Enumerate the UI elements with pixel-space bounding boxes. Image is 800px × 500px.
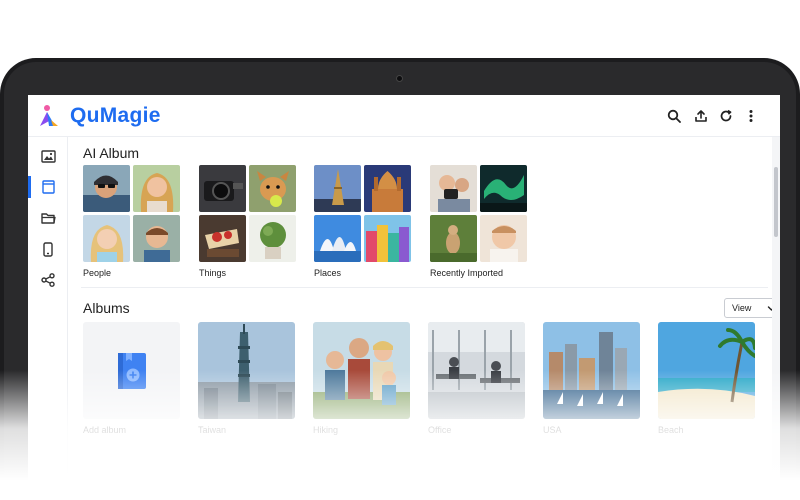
people-photo-3 <box>83 215 130 262</box>
album-label: Office <box>428 425 452 435</box>
album-label: Taiwan <box>198 425 227 435</box>
ai-group-label: Recently Imported <box>430 268 504 278</box>
view-dropdown-label: View <box>732 303 752 313</box>
device-stage: QuMagie AI Album People Things Places Re… <box>0 0 800 500</box>
recent-photo-2 <box>480 165 527 212</box>
sidebar-item-albums[interactable] <box>28 174 68 200</box>
things-photo-1 <box>199 165 246 212</box>
ai-group-places[interactable]: Places <box>314 165 412 278</box>
ai-group-label: People <box>83 268 112 278</box>
mobile-icon <box>43 241 53 257</box>
ai-group-label: Places <box>314 268 342 278</box>
app-screen: QuMagie AI Album People Things Places Re… <box>28 95 780 500</box>
main-content: AI Album People Things Places Recently I… <box>69 137 772 500</box>
albums-title: Albums <box>83 300 130 316</box>
recent-photo-3 <box>430 215 477 262</box>
qumagie-logo-icon <box>40 105 58 126</box>
recent-photo-4 <box>480 215 527 262</box>
ai-group-recently-imported[interactable]: Recently Imported <box>430 165 528 278</box>
ai-group-label: Things <box>199 268 227 278</box>
search-icon[interactable] <box>664 106 684 126</box>
album-cover <box>543 322 640 419</box>
people-photo-4 <box>133 215 180 262</box>
sidebar-item-folders[interactable] <box>28 205 68 231</box>
album-label: USA <box>543 425 562 435</box>
upload-icon[interactable] <box>691 106 711 126</box>
album-cover <box>428 322 525 419</box>
things-photo-2 <box>249 165 296 212</box>
album-taiwan[interactable]: Taiwan <box>198 322 295 435</box>
things-photo-4 <box>249 215 296 262</box>
album-cover <box>658 322 755 419</box>
content-scrollbar[interactable] <box>772 137 780 500</box>
more-vertical-icon[interactable] <box>741 106 761 126</box>
sidebar-item-photos[interactable] <box>28 143 68 169</box>
album-beach[interactable]: Beach <box>658 322 755 435</box>
album-add[interactable]: Add album <box>83 322 180 435</box>
album-hiking[interactable]: Hiking <box>313 322 410 435</box>
add-album-book-icon <box>117 352 146 389</box>
places-photo-1 <box>314 165 361 212</box>
things-photo-3 <box>199 215 246 262</box>
scrollbar-thumb[interactable] <box>774 167 778 237</box>
share-icon <box>41 273 55 287</box>
camera-dot <box>396 75 403 82</box>
album-label: Beach <box>658 425 684 435</box>
app-title: QuMagie <box>70 104 161 127</box>
places-photo-2 <box>364 165 411 212</box>
people-photo-2 <box>133 165 180 212</box>
places-photo-4 <box>364 215 411 262</box>
sidebar <box>28 137 68 500</box>
refresh-icon[interactable] <box>716 106 736 126</box>
recent-photo-1 <box>430 165 477 212</box>
album-label: Hiking <box>313 425 339 435</box>
album-icon <box>41 180 55 194</box>
album-cover <box>313 322 410 419</box>
ai-group-people[interactable]: People <box>83 165 181 278</box>
sidebar-item-share[interactable] <box>28 267 68 293</box>
photos-icon <box>40 149 56 163</box>
album-office[interactable]: Office <box>428 322 525 435</box>
ai-group-things[interactable]: Things <box>199 165 297 278</box>
album-usa[interactable]: USA <box>543 322 640 435</box>
sidebar-item-mobile[interactable] <box>28 236 68 262</box>
ai-album-title: AI Album <box>83 145 140 161</box>
view-dropdown[interactable]: View <box>724 298 772 318</box>
album-label: Add album <box>83 425 127 435</box>
places-photo-3 <box>314 215 361 262</box>
add-album-tile[interactable] <box>83 322 180 419</box>
album-cover <box>198 322 295 419</box>
section-divider <box>81 287 768 288</box>
folder-icon <box>40 213 56 224</box>
app-header: QuMagie <box>28 95 780 137</box>
people-photo-1 <box>83 165 130 212</box>
